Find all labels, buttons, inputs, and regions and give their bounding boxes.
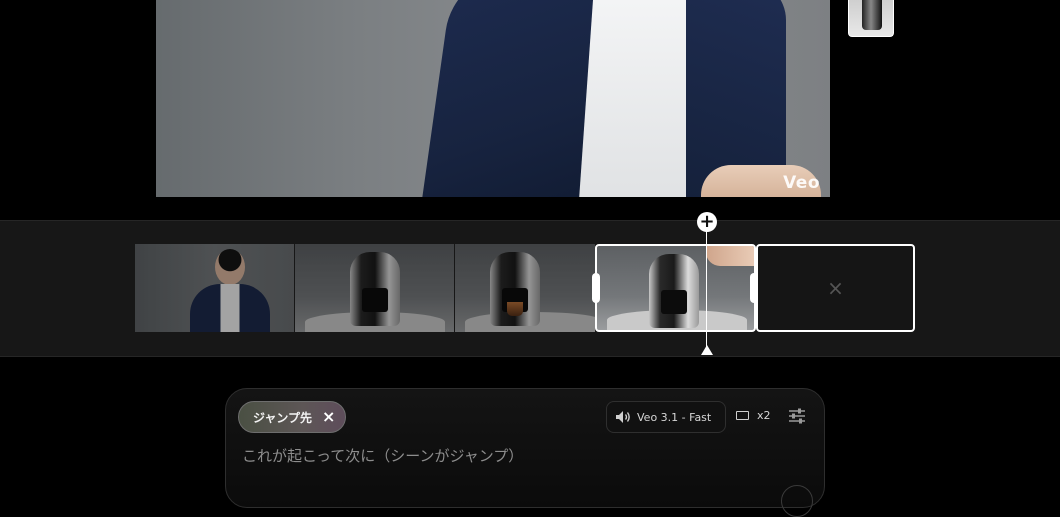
prompt-input[interactable]: これが起こって次に（シーンがジャンプ） <box>242 445 523 466</box>
coffee-machine-icon <box>350 252 400 326</box>
clip-coffee-hand-selected[interactable] <box>595 244 756 332</box>
clip-hand <box>706 246 754 266</box>
trim-handle-left[interactable] <box>592 273 600 303</box>
model-selector[interactable]: Veo 3.1 - Fast <box>606 401 726 433</box>
reference-thumbnail[interactable] <box>848 0 894 37</box>
close-icon[interactable]: × <box>322 409 335 425</box>
model-label: Veo 3.1 - Fast <box>637 410 712 424</box>
clip-empty-slot[interactable]: × <box>756 244 915 332</box>
prompt-composer: ジャンプ先 × Veo 3.1 - Fast x2 これが起こって次に（シーンが… <box>225 388 825 517</box>
trim-handle-right[interactable] <box>750 273 758 303</box>
timeline: × + <box>0 212 1060 357</box>
send-button[interactable] <box>781 485 813 517</box>
coffee-cup-icon <box>507 302 523 316</box>
aspect-ratio-icon[interactable] <box>736 411 749 420</box>
clip-person[interactable] <box>135 244 294 332</box>
sliders-icon[interactable] <box>788 408 806 424</box>
clip-person-head <box>215 249 245 285</box>
empty-slot-icon: × <box>827 276 844 300</box>
video-preview[interactable]: Veo <box>156 0 830 197</box>
clip-table <box>465 312 595 332</box>
clip-person-body <box>190 284 270 332</box>
speaker-icon <box>616 411 630 423</box>
coffee-machine-icon <box>649 254 699 328</box>
clip-table <box>305 312 445 332</box>
clip-coffee-brewing[interactable] <box>455 244 595 332</box>
veo-watermark: Veo <box>783 173 820 193</box>
jump-to-chip[interactable]: ジャンプ先 × <box>238 401 347 433</box>
clip-coffee-machine[interactable] <box>295 244 454 332</box>
thumbnail-machine <box>862 0 882 30</box>
jump-chip-label: ジャンプ先 <box>253 410 313 425</box>
playhead[interactable] <box>706 229 707 353</box>
add-clip-button[interactable]: + <box>697 212 717 232</box>
output-count[interactable]: x2 <box>757 409 771 422</box>
playhead-marker[interactable] <box>701 345 713 355</box>
